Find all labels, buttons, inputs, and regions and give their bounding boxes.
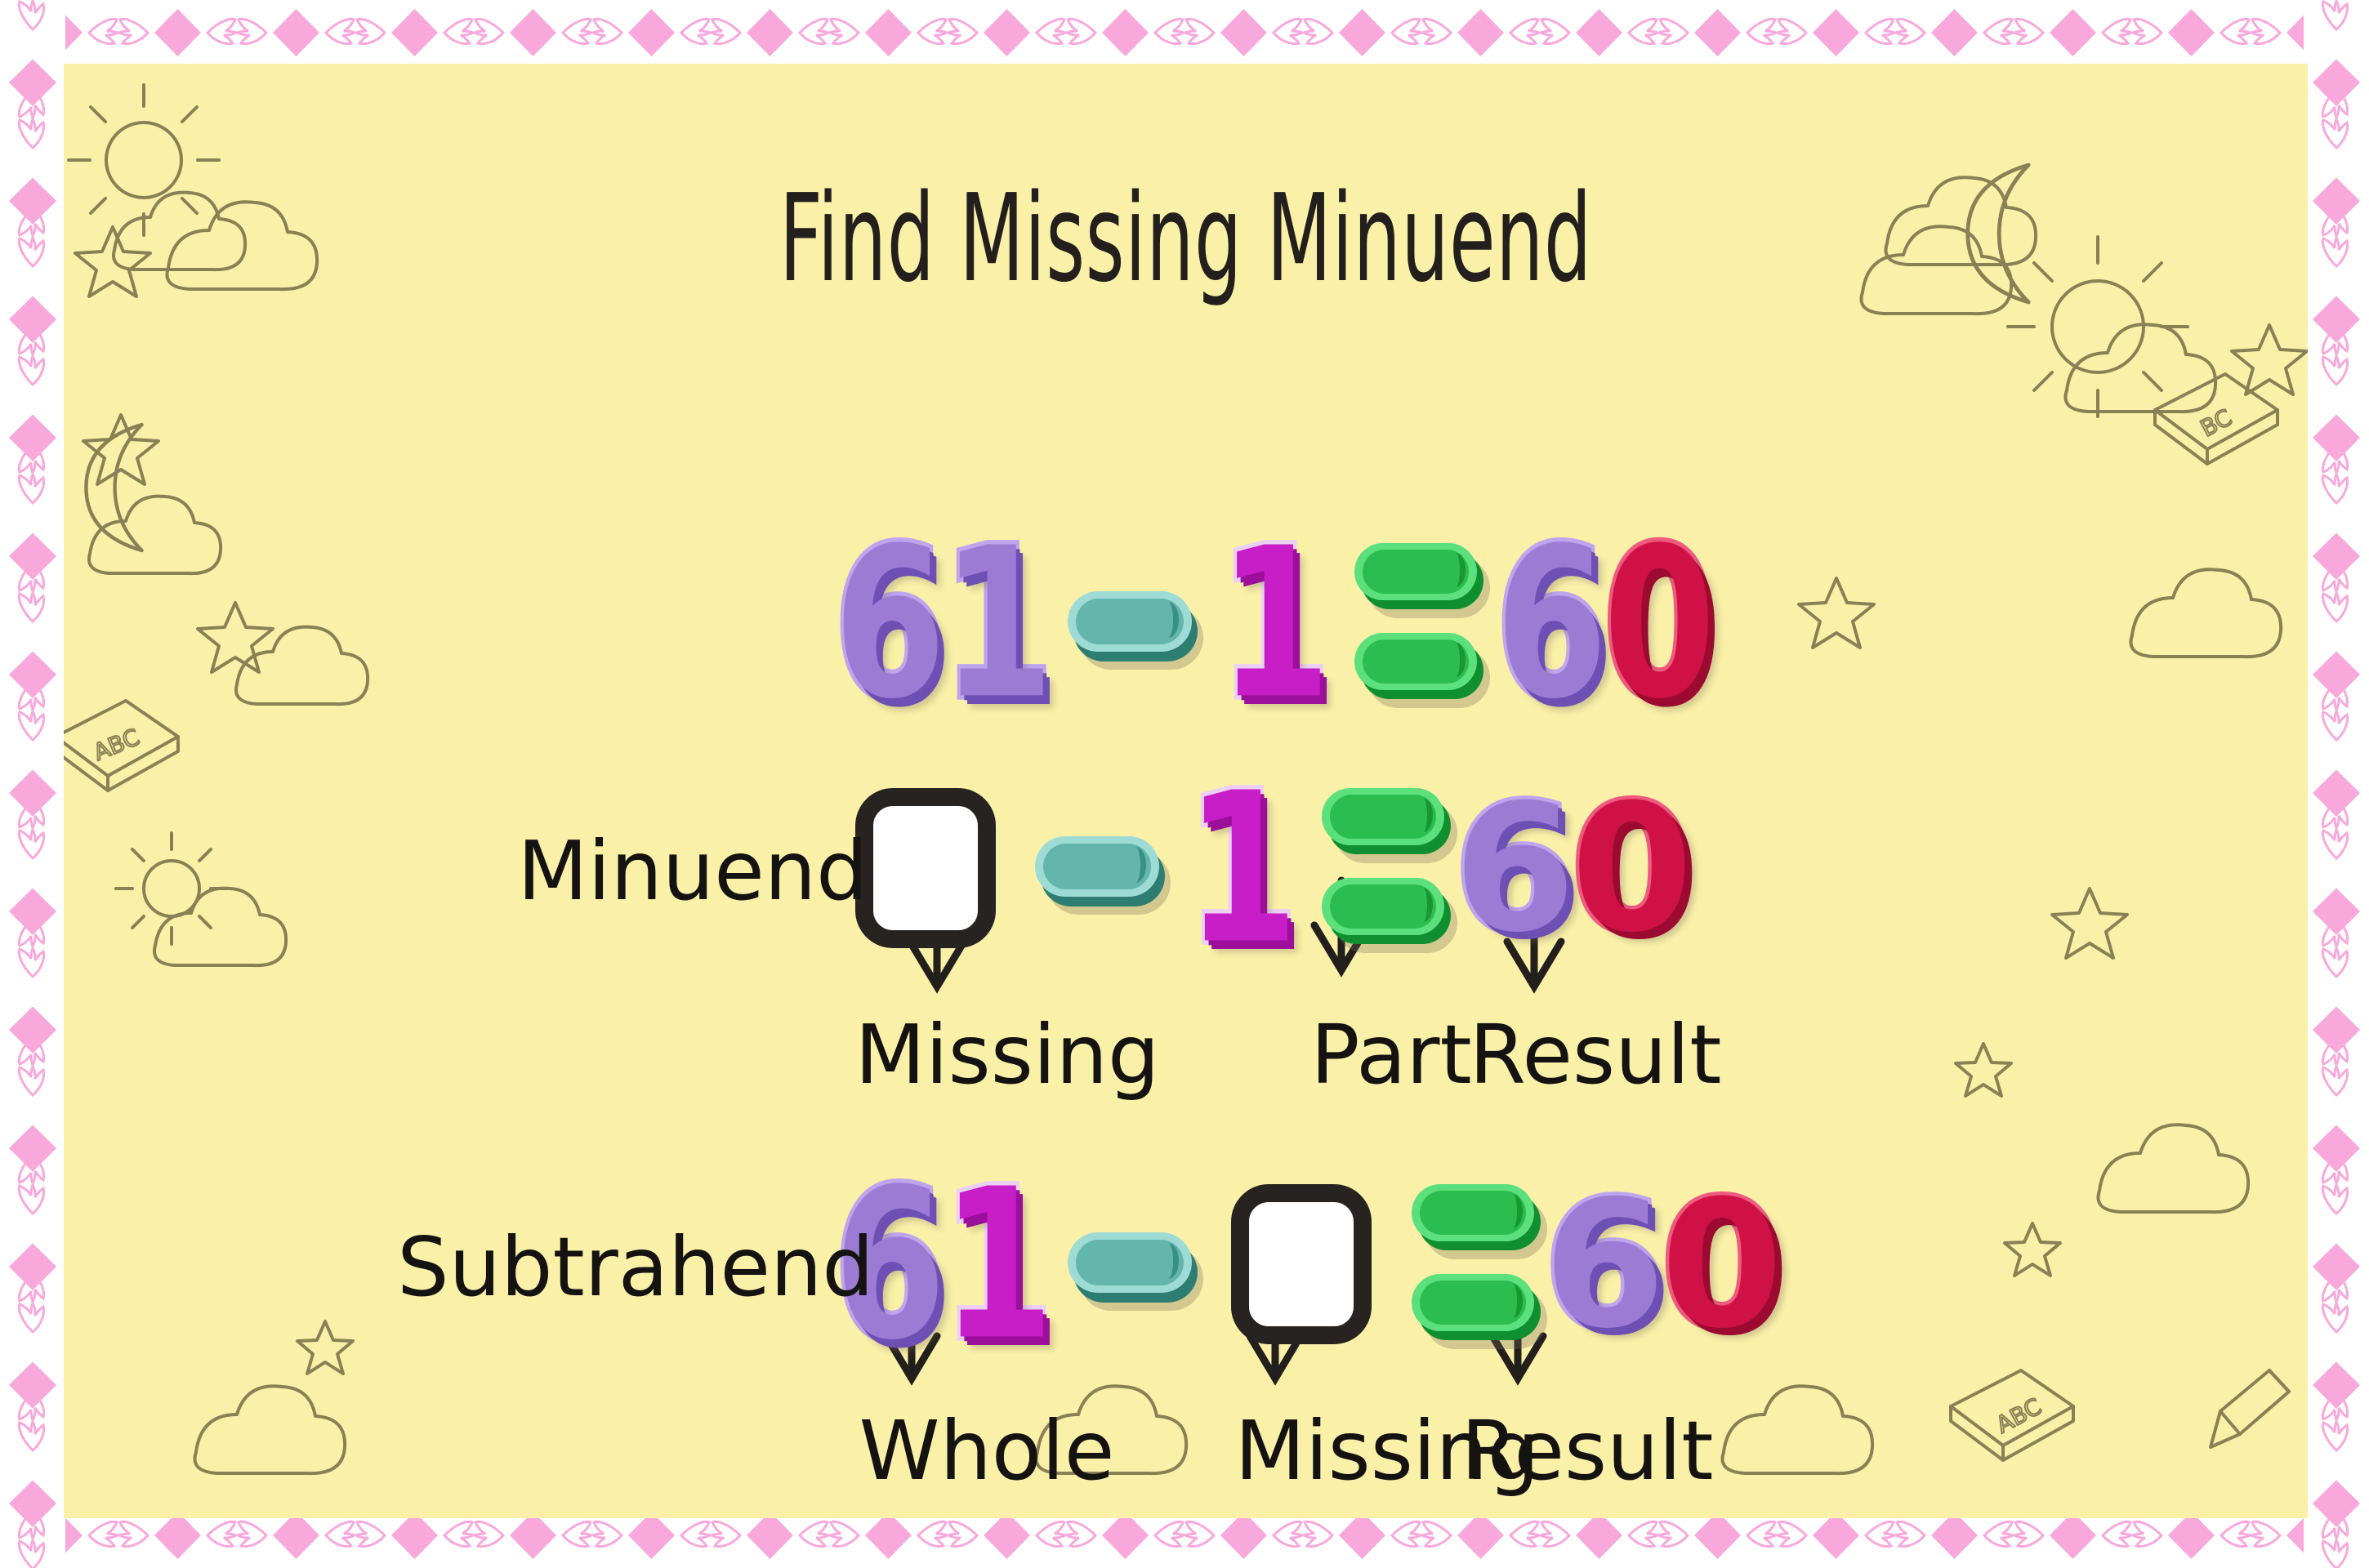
example-result: 60	[1492, 515, 1720, 731]
decorative-border-left	[0, 0, 65, 1568]
missing-minuend-subtrahend-value: 1	[1183, 746, 1302, 990]
minus-sign	[1052, 529, 1207, 717]
callout-result-row3: Result	[1461, 1403, 1714, 1499]
equals-sign	[1338, 529, 1493, 717]
example-result-value: 60	[1492, 501, 1720, 745]
example-minuend: 61	[831, 515, 1058, 731]
worksheet: ABC BC ABC Find Missing Minuend 61 1 60 …	[0, 0, 2369, 1568]
missing-subtrahend-result-value: 60	[1540, 1161, 1787, 1367]
missing-minuend-result-value: 60	[1450, 765, 1697, 971]
decorative-border-right	[2304, 0, 2369, 1568]
missing-subtrahend-answer-box[interactable]	[1207, 1170, 1395, 1358]
example-subtrahend-value: 1	[1216, 501, 1335, 745]
callout-missing-minuend: Missing	[854, 1007, 1160, 1102]
worksheet-page: ABC BC ABC Find Missing Minuend 61 1 60 …	[64, 64, 2308, 1518]
equals-sign	[1305, 774, 1461, 962]
missing-subtrahend-result: 60	[1540, 1170, 1787, 1358]
minus-sign	[1019, 774, 1175, 962]
example-subtrahend: 1	[1207, 515, 1338, 731]
missing-minuend-result: 60	[1450, 774, 1697, 962]
equals-sign	[1395, 1170, 1550, 1358]
label-subtrahend: Subtrahend	[397, 1219, 874, 1315]
label-minuend: Minuend	[517, 823, 868, 919]
example-minuend-value: 61	[831, 501, 1058, 745]
missing-minuend-subtrahend: 1	[1175, 760, 1305, 976]
callout-result-row2: Result	[1469, 1007, 1722, 1102]
decorative-border-top	[0, 0, 2369, 65]
callout-whole: Whole	[859, 1403, 1115, 1499]
row-example-equation: 61 1 60	[831, 515, 1720, 731]
minus-sign	[1052, 1170, 1207, 1358]
